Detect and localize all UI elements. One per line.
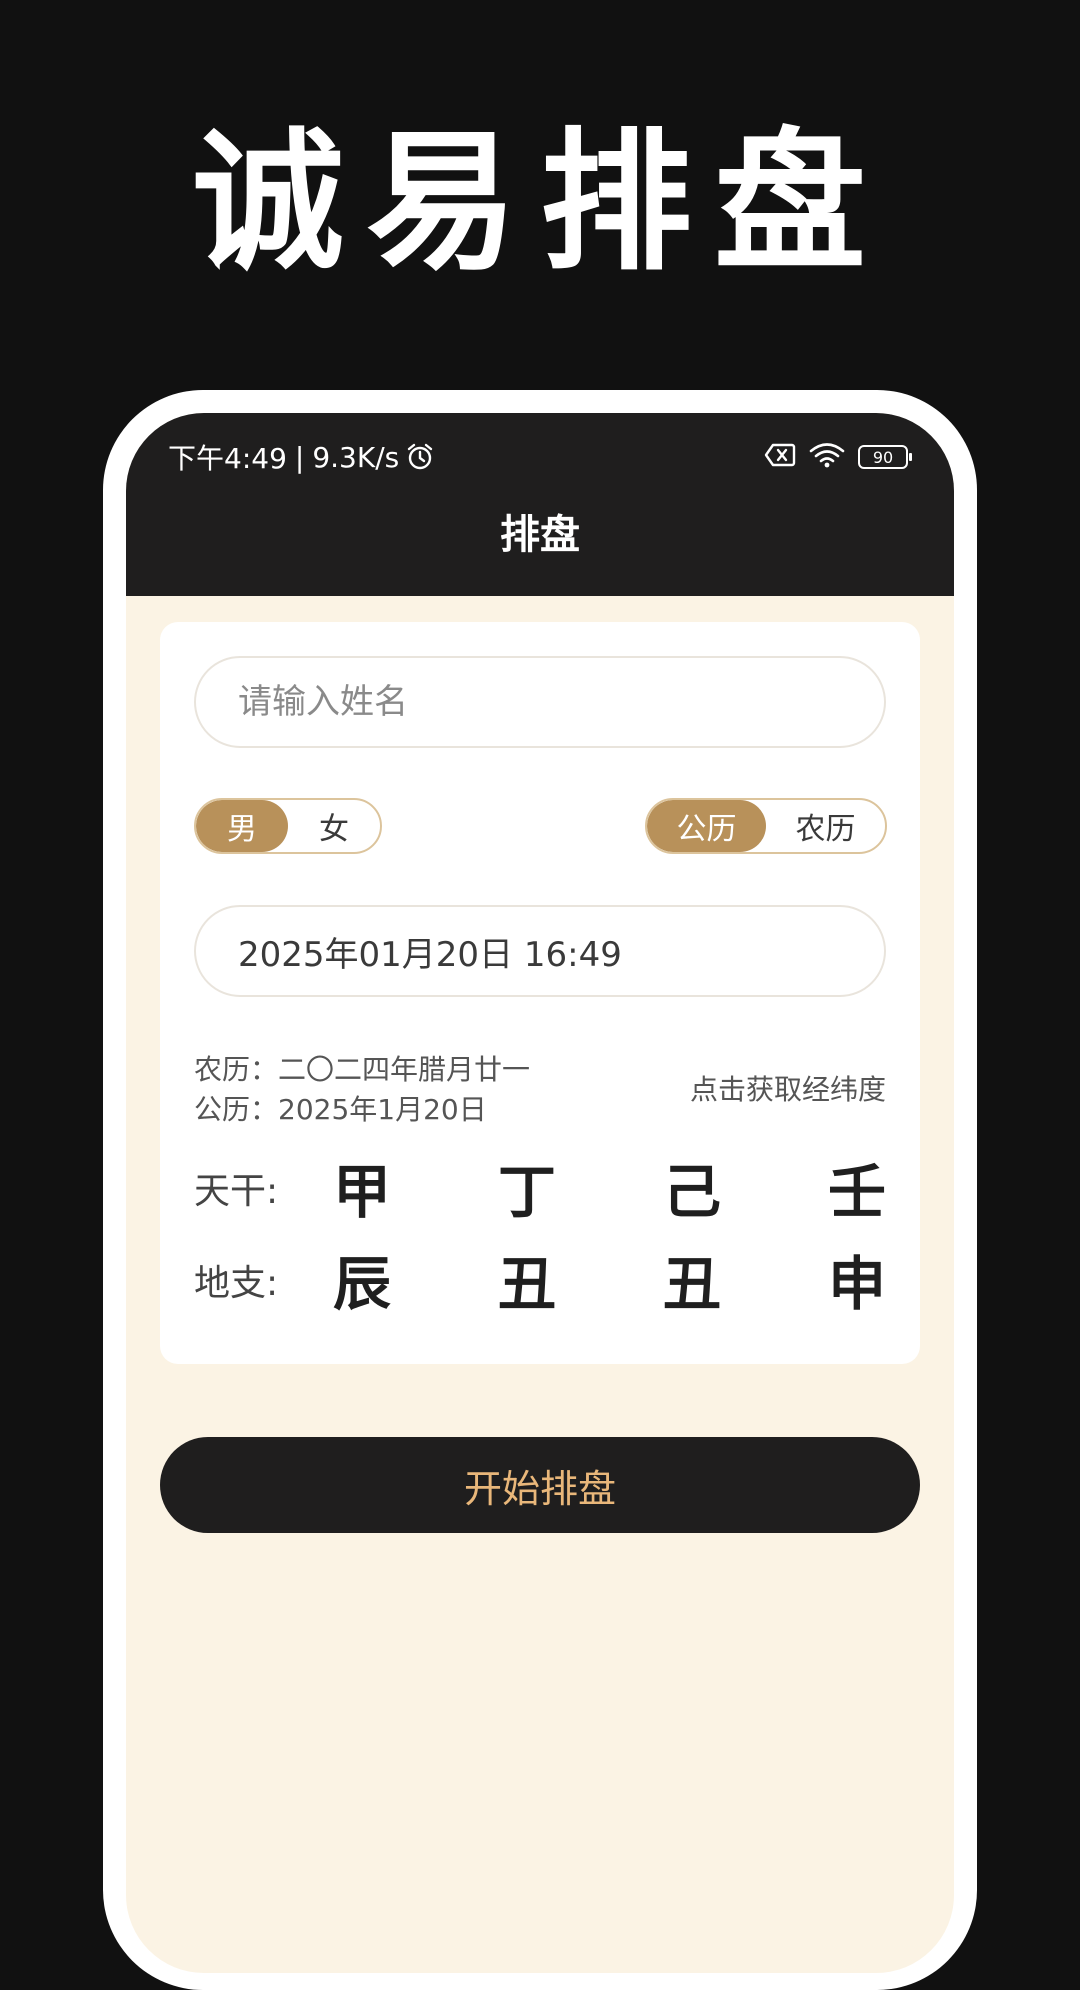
name-field[interactable] bbox=[194, 656, 886, 748]
tiangan-char: 丁 bbox=[497, 1158, 556, 1226]
name-input[interactable] bbox=[238, 682, 842, 722]
dizhi-char: 申 bbox=[827, 1250, 886, 1318]
tiangan-row: 天干: 甲 丁 己 壬 bbox=[194, 1156, 886, 1228]
app-header: 下午4:49 | 9.3K/s 90 排盘 bbox=[126, 413, 954, 596]
network-speed: 9.3K/s bbox=[312, 440, 400, 474]
dizhi-row: 地支: 辰 丑 丑 申 bbox=[194, 1248, 886, 1320]
dizhi-label: 地支: bbox=[194, 1263, 279, 1304]
status-bar-right: 90 bbox=[764, 439, 912, 475]
tiangan-char: 己 bbox=[662, 1158, 721, 1226]
form-card: 男 女 公历 农历 2025年01月20日 16:49 农历：二〇二四年腊月廿一… bbox=[160, 622, 920, 1364]
lunar-date-text: 农历：二〇二四年腊月廿一 bbox=[194, 1053, 531, 1086]
start-paipan-button[interactable]: 开始排盘 bbox=[160, 1437, 920, 1533]
dizhi-char: 辰 bbox=[332, 1250, 391, 1318]
gender-option-male[interactable]: 男 bbox=[196, 800, 288, 852]
date-info: 农历：二〇二四年腊月廿一 公历：2025年1月20日 bbox=[194, 1050, 530, 1130]
status-time: 下午4:49 bbox=[168, 442, 287, 475]
calendar-type-toggle[interactable]: 公历 农历 bbox=[645, 798, 887, 854]
tiangan-char: 壬 bbox=[827, 1158, 886, 1226]
page-title: 排盘 bbox=[500, 512, 580, 558]
sim-off-icon bbox=[764, 442, 796, 472]
gender-option-female[interactable]: 女 bbox=[288, 800, 380, 852]
wifi-icon bbox=[808, 441, 846, 473]
gender-toggle[interactable]: 男 女 bbox=[194, 798, 382, 854]
datetime-value: 2025年01月20日 16:49 bbox=[238, 934, 622, 975]
alarm-icon bbox=[405, 442, 435, 472]
dizhi-char: 丑 bbox=[497, 1250, 556, 1318]
solar-date-text: 公历：2025年1月20日 bbox=[194, 1093, 487, 1126]
tiangan-label: 天干: bbox=[194, 1171, 279, 1212]
calendar-option-solar[interactable]: 公历 bbox=[647, 800, 766, 852]
battery-icon: 90 bbox=[858, 445, 912, 469]
calendar-option-lunar[interactable]: 农历 bbox=[766, 800, 885, 852]
datetime-picker[interactable]: 2025年01月20日 16:49 bbox=[194, 905, 886, 997]
status-separator: | bbox=[294, 440, 305, 474]
status-bar-left: 下午4:49 | 9.3K/s bbox=[168, 437, 435, 477]
get-coordinates-link[interactable]: 点击获取经纬度 bbox=[690, 1070, 886, 1110]
phone-screen: 下午4:49 | 9.3K/s 90 排盘 请输入姓名 男 女 公历 农历 20… bbox=[126, 413, 954, 1973]
battery-level: 90 bbox=[872, 447, 894, 467]
tiangan-char: 甲 bbox=[332, 1158, 391, 1226]
promo-title: 诚易排盘 bbox=[192, 114, 888, 291]
dizhi-char: 丑 bbox=[662, 1250, 721, 1318]
